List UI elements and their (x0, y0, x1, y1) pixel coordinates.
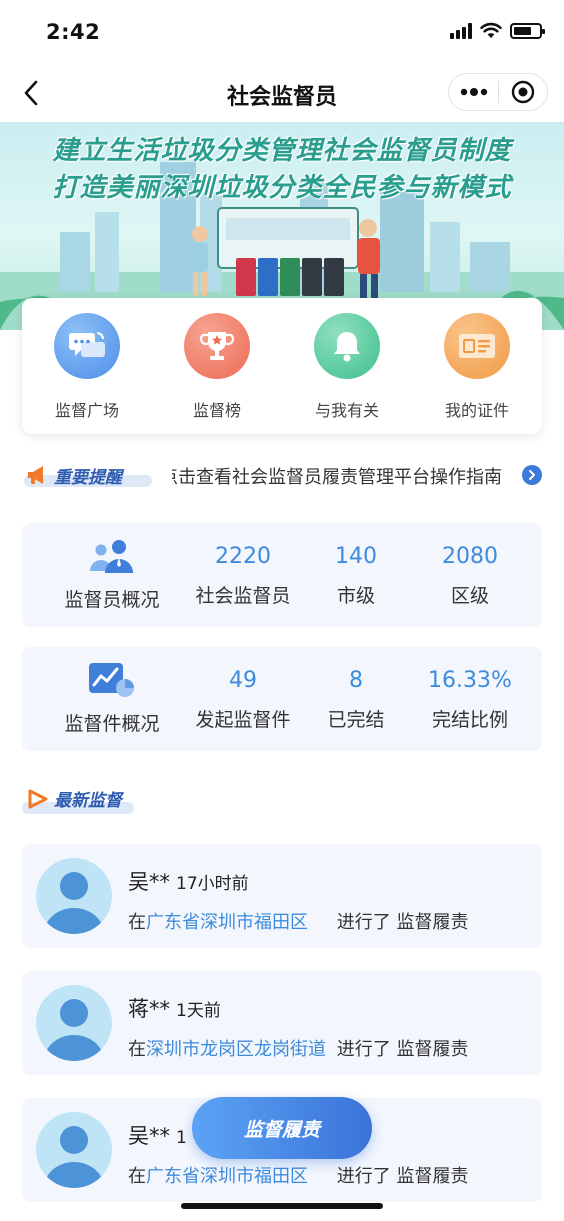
user-avatar-icon (44, 1126, 104, 1188)
record-user-name: 吴** (128, 870, 170, 894)
stat-completion-rate: 16.33% 完结比例 (410, 647, 530, 732)
more-dots-icon (460, 88, 487, 96)
megaphone-icon (28, 466, 43, 484)
record-location-link[interactable]: 深圳市龙岗区龙岗街道 (146, 1035, 331, 1061)
stat-city-level: 140 市级 (296, 523, 416, 608)
record-location-link[interactable]: 广东省深圳市福田区 (146, 908, 331, 934)
menu-item-my-certificate[interactable]: 我的证件 (412, 298, 542, 434)
notice-text: 点击查看社会监督员履责管理平台操作指南 (172, 467, 502, 488)
stat-label: 发起监督件 (195, 709, 291, 731)
nav-bar: 社会监督员 (0, 64, 564, 122)
stat-label: 完结比例 (431, 709, 508, 731)
supervision-record[interactable]: 蒋** 1天前 在深圳市龙岗区龙岗街道 进行了 监督履责 (22, 971, 542, 1075)
notice-bar[interactable]: 重要提醒 点击查看社会监督员履责管理平台操作指南 (22, 456, 542, 494)
record-time: 17小时前 (176, 874, 249, 894)
record-time: 1天前 (176, 1001, 221, 1021)
stat-value: 49 (229, 668, 257, 693)
notice-tag-label: 重要提醒 (54, 467, 122, 488)
quick-menu: 监督广场 监督榜 与我有关 我的证件 (22, 298, 542, 434)
stat-card-title: 监督员概况 (64, 589, 160, 611)
status-bar: 2:42 (0, 0, 564, 64)
menu-label: 监督广场 (54, 401, 119, 420)
record-location-link[interactable]: 广东省深圳市福田区 (146, 1162, 331, 1188)
status-time: 2:42 (46, 20, 101, 44)
latest-tag-label: 最新监督 (54, 791, 122, 811)
menu-label: 与我有关 (314, 401, 379, 420)
record-header: 吴** 17小时前 (128, 866, 249, 896)
menu-item-supervision-square[interactable]: 监督广场 (22, 298, 152, 434)
stat-card-title: 监督件概况 (64, 713, 160, 735)
notice-arrow-button[interactable] (522, 465, 542, 485)
record-detail: 在广东省深圳市福田区 进行了 监督履责 (128, 1162, 468, 1188)
stat-value: 140 (335, 544, 377, 569)
mini-program-capsule (448, 73, 548, 111)
supervision-record[interactable]: 吴** 17小时前 在广东省深圳市福田区 进行了 监督履责 (22, 844, 542, 948)
record-header: 吴** 1 (128, 1120, 187, 1150)
record-action: 进行了 监督履责 (336, 912, 469, 933)
menu-label: 我的证件 (444, 401, 509, 420)
banner-slogan-line2: 打造美丽深圳垃圾分类全民参与新模式 (52, 173, 512, 203)
record-action: 进行了 监督履责 (336, 1166, 469, 1187)
menu-label: 监督榜 (192, 401, 241, 420)
user-avatar-icon (44, 999, 104, 1061)
avatar (36, 985, 112, 1061)
record-time: 1 (176, 1128, 187, 1148)
record-prefix: 在 (128, 1166, 146, 1187)
trophy-icon (184, 313, 250, 379)
people-icon (90, 540, 133, 573)
more-button[interactable] (449, 74, 498, 110)
notice-marquee[interactable]: 点击查看社会监督员履责管理平台操作指南 (172, 463, 518, 489)
stat-label: 区级 (450, 585, 489, 607)
chevron-right-icon (529, 470, 535, 480)
chat-bubbles-icon (54, 313, 120, 379)
avatar (36, 1112, 112, 1188)
banner-slogan-line1: 建立生活垃圾分类管理社会监督员制度 (52, 136, 512, 166)
home-indicator (181, 1203, 383, 1209)
supervise-duty-button[interactable]: 监督履责 (192, 1097, 372, 1159)
menu-item-related-to-me[interactable]: 与我有关 (282, 298, 412, 434)
stat-value: 16.33% (428, 668, 512, 693)
case-overview-card[interactable]: 监督件概况 49 发起监督件 8 已完结 16.33% 完结比例 (22, 647, 542, 751)
close-button[interactable] (499, 74, 547, 110)
record-user-name: 蒋** (128, 997, 170, 1021)
user-avatar-icon (44, 872, 104, 934)
cellular-signal-icon (450, 22, 472, 39)
record-user-name: 吴** (128, 1124, 170, 1148)
record-header: 蒋** 1天前 (128, 993, 221, 1023)
target-circle-icon (511, 80, 535, 104)
stat-completed-cases: 8 已完结 (296, 647, 416, 732)
avatar (36, 858, 112, 934)
status-icons (450, 22, 545, 39)
menu-item-supervision-ranking[interactable]: 监督榜 (152, 298, 282, 434)
battery-icon (510, 22, 545, 39)
play-triangle-icon (28, 789, 48, 809)
record-detail: 在深圳市龙岗区龙岗街道 进行了 监督履责 (128, 1035, 468, 1061)
record-detail: 在广东省深圳市福田区 进行了 监督履责 (128, 908, 468, 934)
stat-total-supervisors: 2220 社会监督员 (183, 523, 303, 608)
stat-value: 2220 (215, 544, 271, 569)
bell-icon (314, 313, 380, 379)
wifi-icon (480, 22, 502, 38)
stat-label: 已完结 (327, 709, 385, 731)
stat-initiated-cases: 49 发起监督件 (183, 647, 303, 732)
record-action: 进行了 监督履责 (336, 1039, 469, 1060)
record-prefix: 在 (128, 1039, 146, 1060)
stat-value: 8 (349, 668, 363, 693)
stat-label: 社会监督员 (195, 585, 291, 607)
record-prefix: 在 (128, 912, 146, 933)
stat-value: 2080 (442, 544, 498, 569)
supervisor-overview-card[interactable]: 监督员概况 2220 社会监督员 140 市级 2080 区级 (22, 523, 542, 627)
stat-label: 市级 (336, 585, 375, 607)
latest-section-header: 最新监督 (22, 786, 134, 816)
notice-tag: 重要提醒 (22, 460, 152, 490)
id-card-icon (444, 313, 510, 379)
chart-report-icon (89, 663, 134, 697)
stat-district-level: 2080 区级 (410, 523, 530, 608)
